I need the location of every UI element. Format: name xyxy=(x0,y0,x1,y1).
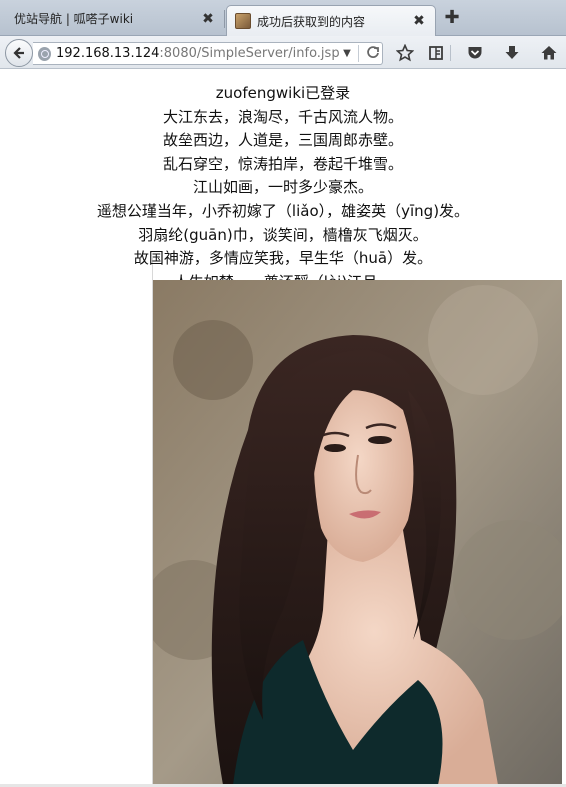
dropdown-arrow-icon[interactable]: ▼ xyxy=(340,48,355,59)
new-tab-icon[interactable]: ✚ xyxy=(442,9,462,29)
page-left-margin xyxy=(0,256,153,787)
tab-label: 优站导航 | 呱嗒子wiki xyxy=(14,12,134,26)
reload-icon[interactable] xyxy=(363,45,382,63)
globe-icon xyxy=(38,46,52,61)
reading-list-icon[interactable] xyxy=(426,43,446,63)
url-bar[interactable]: 192.168.13.124:8080/SimpleServer/info.js… xyxy=(33,42,383,65)
poem-line: 乱石穿空，惊涛拍岸，卷起千堆雪。 xyxy=(162,154,403,173)
pocket-icon[interactable] xyxy=(465,43,485,63)
tab-success-content[interactable]: 成功后获取到的内容 ✖ xyxy=(226,5,436,36)
navigation-toolbar: 192.168.13.124:8080/SimpleServer/info.js… xyxy=(0,36,566,69)
home-icon[interactable] xyxy=(539,43,559,63)
poem-line: 故国神游，多情应笑我，早生华（huā）发。 xyxy=(133,249,433,268)
download-icon[interactable] xyxy=(502,43,522,63)
poem-line: 羽扇纶(guān)巾，谈笑间，樯橹灰飞烟灭。 xyxy=(138,225,428,244)
star-icon[interactable] xyxy=(395,43,415,63)
poem-line: 江山如画，一时多少豪杰。 xyxy=(192,178,373,197)
url-divider xyxy=(358,45,360,62)
tab-label: 成功后获取到的内容 xyxy=(257,14,366,29)
poem-line: 故垒西边，人道是，三国周郎赤壁。 xyxy=(162,131,403,150)
poem-block: zuofengwiki已登录 大江东去，浪淘尽，千古风流人物。 故垒西边，人道是… xyxy=(0,82,566,294)
close-icon[interactable]: ✖ xyxy=(411,13,427,29)
portrait-photo xyxy=(153,280,562,785)
close-icon[interactable]: ✖ xyxy=(200,11,216,27)
toolbar-separator xyxy=(450,45,451,61)
tab-separator xyxy=(224,10,225,28)
poem-line: 遥想公瑾当年，小乔初嫁了（liǎo），雄姿英（yīng)发。 xyxy=(96,201,470,220)
url-path: :8080/SimpleServer/info.jsp xyxy=(159,46,340,61)
page-content: zuofengwiki已登录 大江东去，浪淘尽，千古风流人物。 故垒西边，人道是… xyxy=(0,70,566,787)
tab-nav-site[interactable]: 优站导航 | 呱嗒子wiki ✖ xyxy=(6,5,224,32)
poem-line: 大江东去，浪淘尽，千古风流人物。 xyxy=(162,107,403,126)
favicon-icon xyxy=(235,13,251,29)
tab-bar: 优站导航 | 呱嗒子wiki ✖ 成功后获取到的内容 ✖ ✚ xyxy=(0,0,566,36)
url-host: 192.168.13.124 xyxy=(56,46,160,61)
login-status: zuofengwiki已登录 xyxy=(215,84,351,102)
back-arrow-icon[interactable] xyxy=(5,39,33,67)
